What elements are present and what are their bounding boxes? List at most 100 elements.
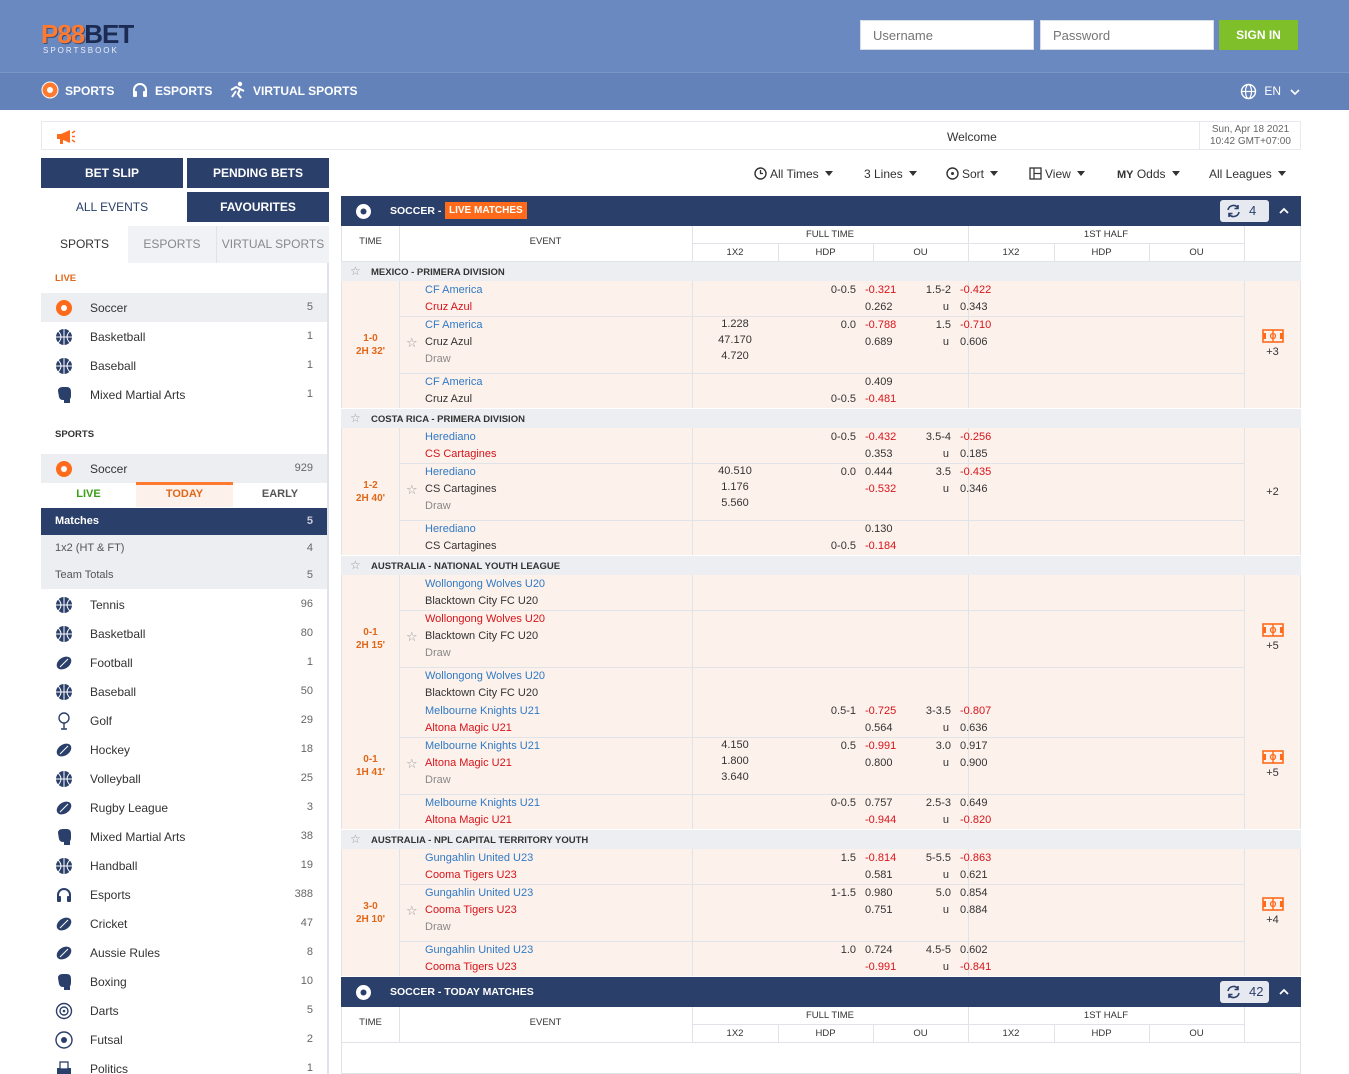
sidebar-item-sport-4[interactable]: Golf 29 xyxy=(41,706,327,735)
sidebar-item-sport-16[interactable]: Politics 1 xyxy=(41,1054,327,1074)
odds-filter[interactable]: MY Odds xyxy=(1117,167,1180,181)
home-team[interactable]: Wollongong Wolves U20 xyxy=(425,670,545,682)
league-header[interactable]: ☆ MEXICO - PRIMERA DIVISION xyxy=(341,262,1301,281)
odds-1x2[interactable]: 5.560 xyxy=(692,497,778,509)
nav-sports[interactable]: SPORTS xyxy=(41,73,114,110)
home-team[interactable]: Gungahlin United U23 xyxy=(425,887,533,899)
hdp-odds[interactable]: 0.409 xyxy=(865,376,893,388)
away-team[interactable]: Cruz Azul xyxy=(425,393,472,405)
ou-odds[interactable]: -0.710 xyxy=(960,319,991,331)
more-markets-button[interactable]: +3 xyxy=(1244,328,1301,358)
home-team[interactable]: Melbourne Knights U21 xyxy=(425,740,540,752)
away-team[interactable]: Blacktown City FC U20 xyxy=(425,687,538,699)
home-team[interactable]: Wollongong Wolves U20 xyxy=(425,613,545,625)
hdp-odds[interactable]: -0.481 xyxy=(865,393,896,405)
nav-virtual-sports[interactable]: VIRTUAL SPORTS xyxy=(228,73,357,110)
more-markets-button[interactable]: +5 xyxy=(1244,749,1301,779)
pending-bets-button[interactable]: PENDING BETS xyxy=(187,158,329,188)
star-icon[interactable]: ☆ xyxy=(350,832,361,846)
odds-1x2[interactable]: 3.640 xyxy=(692,771,778,783)
league-header[interactable]: ☆ AUSTRALIA - NPL CAPITAL TERRITORY YOUTH xyxy=(341,830,1301,849)
ou-odds[interactable]: 0.649 xyxy=(960,797,988,809)
sidebar-item-sport-11[interactable]: Cricket 47 xyxy=(41,909,327,938)
ou-odds[interactable]: 0.343 xyxy=(960,301,988,313)
hdp-odds[interactable]: 0.262 xyxy=(865,301,893,313)
sidebar-item-sport-3[interactable]: Baseball 50 xyxy=(41,677,327,706)
more-markets-button[interactable]: +5 xyxy=(1244,622,1301,652)
away-team[interactable]: Blacktown City FC U20 xyxy=(425,630,538,642)
sidebar-item-sport-6[interactable]: Volleyball 25 xyxy=(41,764,327,793)
odds-1x2[interactable]: 1.176 xyxy=(692,481,778,493)
star-icon[interactable]: ☆ xyxy=(350,264,361,278)
more-markets-button[interactable]: +2 xyxy=(1244,486,1301,498)
period-tab-today[interactable]: TODAY xyxy=(136,482,233,507)
home-team[interactable]: Melbourne Knights U21 xyxy=(425,705,540,717)
hdp-odds[interactable]: 0.751 xyxy=(865,904,893,916)
odds-1x2[interactable]: 4.720 xyxy=(692,350,778,362)
home-team[interactable]: CF America xyxy=(425,376,482,388)
ou-odds[interactable]: 0.606 xyxy=(960,336,988,348)
away-team[interactable]: Cooma Tigers U23 xyxy=(425,904,517,916)
tab-esports[interactable]: ESPORTS xyxy=(128,226,217,263)
hdp-odds[interactable]: 0.689 xyxy=(865,336,893,348)
hdp-odds[interactable]: 0.564 xyxy=(865,722,893,734)
home-team[interactable]: Herediano xyxy=(425,466,476,478)
ou-odds[interactable]: 0.185 xyxy=(960,448,988,460)
hdp-odds[interactable]: 0.757 xyxy=(865,797,893,809)
away-team[interactable]: Cooma Tigers U23 xyxy=(425,961,517,973)
hdp-odds[interactable]: 0.444 xyxy=(865,466,893,478)
password-input[interactable] xyxy=(1040,20,1214,50)
ou-odds[interactable]: -0.820 xyxy=(960,814,991,826)
hdp-odds[interactable]: -0.991 xyxy=(865,961,896,973)
ou-odds[interactable]: 0.884 xyxy=(960,904,988,916)
sidebar-item-sport-5[interactable]: Hockey 18 xyxy=(41,735,327,764)
ou-odds[interactable]: -0.807 xyxy=(960,705,991,717)
hdp-odds[interactable]: 0.980 xyxy=(865,887,893,899)
home-team[interactable]: Melbourne Knights U21 xyxy=(425,797,540,809)
period-tab-live[interactable]: LIVE xyxy=(41,482,136,507)
ou-odds[interactable]: 0.854 xyxy=(960,887,988,899)
leagues-filter[interactable]: All Leagues xyxy=(1209,167,1286,181)
ou-odds[interactable]: -0.841 xyxy=(960,961,991,973)
sidebar-item-sport-13[interactable]: Boxing 10 xyxy=(41,967,327,996)
away-team[interactable]: Altona Magic U21 xyxy=(425,757,512,769)
nav-esports[interactable]: ESPORTS xyxy=(131,73,212,110)
hdp-odds[interactable]: 0.353 xyxy=(865,448,893,460)
tab-sports[interactable]: SPORTS xyxy=(41,226,128,263)
ou-odds[interactable]: 0.621 xyxy=(960,869,988,881)
away-team[interactable]: Cruz Azul xyxy=(425,336,472,348)
ou-odds[interactable]: -0.435 xyxy=(960,466,991,478)
sub-item-matches[interactable]: Matches 5 xyxy=(41,508,327,535)
ou-odds[interactable]: -0.863 xyxy=(960,852,991,864)
sort-filter[interactable]: Sort xyxy=(946,167,999,181)
hdp-odds[interactable]: -0.725 xyxy=(865,705,896,717)
odds-1x2[interactable]: 4.150 xyxy=(692,739,778,751)
home-team[interactable]: CF America xyxy=(425,284,482,296)
hdp-odds[interactable]: -0.991 xyxy=(865,740,896,752)
league-header[interactable]: ☆ AUSTRALIA - NATIONAL YOUTH LEAGUE xyxy=(341,556,1301,575)
odds-1x2[interactable]: 47.170 xyxy=(692,334,778,346)
hdp-odds[interactable]: 0.724 xyxy=(865,944,893,956)
more-markets-button[interactable]: +4 xyxy=(1244,896,1301,926)
sign-in-button[interactable]: SIGN IN xyxy=(1219,20,1298,50)
hdp-odds[interactable]: -0.788 xyxy=(865,319,896,331)
refresh-button[interactable]: 42 xyxy=(1220,981,1269,1003)
favourites-button[interactable]: FAVOURITES xyxy=(187,192,329,222)
sub-item-1x2[interactable]: 1x2 (HT & FT) 4 xyxy=(41,535,327,562)
away-team[interactable]: Altona Magic U21 xyxy=(425,722,512,734)
star-icon[interactable]: ☆ xyxy=(350,411,361,425)
away-team[interactable]: CS Cartagines xyxy=(425,483,497,495)
ou-odds[interactable]: 0.636 xyxy=(960,722,988,734)
away-team[interactable]: CS Cartagines xyxy=(425,448,497,460)
ou-odds[interactable]: -0.256 xyxy=(960,431,991,443)
hdp-odds[interactable]: -0.432 xyxy=(865,431,896,443)
ou-odds[interactable]: 0.917 xyxy=(960,740,988,752)
lines-filter[interactable]: 3 Lines xyxy=(864,167,917,181)
sidebar-item-live-2[interactable]: Baseball 1 xyxy=(41,351,327,380)
home-team[interactable]: Gungahlin United U23 xyxy=(425,852,533,864)
ou-odds[interactable]: 0.900 xyxy=(960,757,988,769)
odds-1x2[interactable]: 40.510 xyxy=(692,465,778,477)
sidebar-item-sport-15[interactable]: Futsal 2 xyxy=(41,1025,327,1054)
sidebar-item-live-3[interactable]: Mixed Martial Arts 1 xyxy=(41,380,327,409)
sidebar-item-sport-9[interactable]: Handball 19 xyxy=(41,851,327,880)
